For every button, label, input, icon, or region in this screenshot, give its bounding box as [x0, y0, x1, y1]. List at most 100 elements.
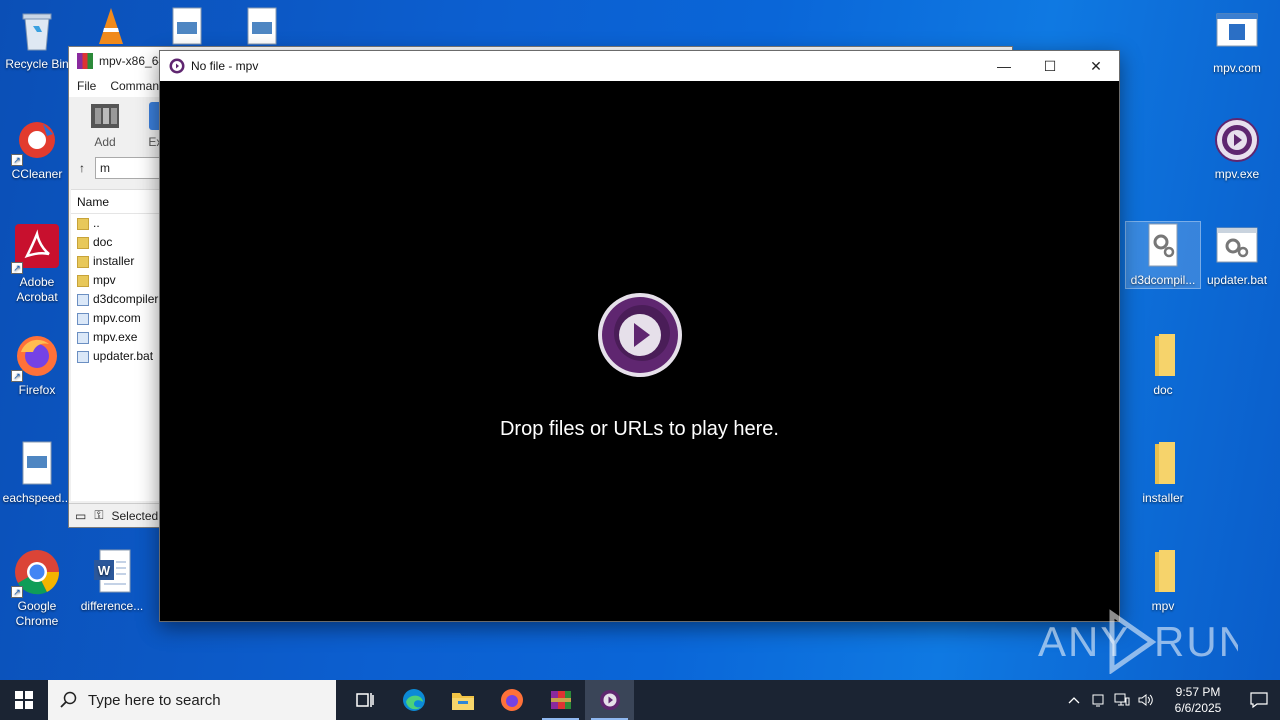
desktop-icon-mpv-exe[interactable]: mpv.exe — [1200, 116, 1274, 182]
chrome-icon: ↗ — [11, 548, 61, 598]
desktop-icon-label: installer — [1142, 491, 1184, 505]
desktop-icon-label: updater.bat — [1206, 273, 1268, 287]
tray-volume-button[interactable] — [1134, 680, 1158, 720]
watermark-text-left: ANY — [1038, 618, 1130, 665]
desktop-icon-firefox[interactable]: ↗ Firefox — [0, 332, 74, 398]
add-label: Add — [94, 135, 116, 149]
start-button[interactable] — [0, 680, 48, 720]
file-name: mpv — [93, 273, 116, 287]
search-icon — [60, 691, 77, 708]
file-name: mpv.exe — [93, 330, 138, 344]
file-name: mpv.com — [93, 311, 141, 325]
task-view-button[interactable] — [340, 680, 389, 720]
menu-file[interactable]: File — [77, 79, 96, 93]
taskbar-firefox[interactable] — [487, 680, 536, 720]
file-icon — [77, 350, 89, 363]
mpv-logo-icon — [597, 292, 683, 383]
key-icon: ⚿ — [94, 508, 104, 522]
archive-add-icon — [89, 100, 121, 132]
folder-icon — [77, 217, 89, 230]
file-name: updater.bat — [93, 349, 154, 363]
device-icon — [1092, 694, 1104, 707]
desktop-icon-doc-folder[interactable]: doc — [1126, 332, 1200, 398]
anyrun-watermark: ANY RUN — [1038, 608, 1249, 675]
firefox-icon — [500, 689, 523, 711]
desktop-icon-updater-bat[interactable]: updater.bat — [1200, 222, 1274, 288]
shortcut-arrow-icon: ↗ — [11, 370, 23, 382]
notifications-button[interactable] — [1238, 680, 1280, 720]
winrar-icon — [550, 691, 571, 709]
folder-icon — [77, 255, 89, 268]
show-hidden-icons-button[interactable] — [1062, 680, 1086, 720]
desktop-icon-label: eachspeed... — [2, 491, 72, 505]
add-button[interactable]: Add — [85, 100, 125, 153]
folder-icon — [1139, 548, 1187, 596]
tray-security-button[interactable] — [1086, 680, 1110, 720]
settings-file-icon — [1139, 222, 1187, 270]
mpv-title: No file - mpv — [191, 59, 259, 73]
desktop-icon-eachspeed[interactable]: eachspeed... — [0, 440, 74, 506]
tray-network-button[interactable] — [1110, 680, 1134, 720]
desktop-icon-installer-folder[interactable]: installer — [1126, 440, 1200, 506]
shortcut-arrow-icon: ↗ — [11, 262, 23, 274]
ccleaner-icon: ↗ — [11, 116, 61, 166]
desktop-icon-label: Adobe Acrobat — [16, 275, 58, 304]
chevron-up-icon — [1068, 697, 1080, 704]
clock-date: 6/6/2025 — [1174, 701, 1222, 715]
drop-hint-text: Drop files or URLs to play here. — [499, 418, 779, 440]
clock-time: 9:57 PM — [1175, 685, 1221, 699]
desktop-icon-word-document[interactable]: W difference... — [75, 548, 149, 614]
desktop-icon-label: difference... — [80, 599, 144, 613]
winrar-icon — [77, 53, 93, 69]
image-file-icon — [13, 440, 61, 488]
desktop-icon-ccleaner[interactable]: ↗ CCleaner — [0, 116, 74, 182]
maximize-button[interactable]: ☐ — [1027, 51, 1073, 81]
taskbar-mpv[interactable] — [585, 680, 634, 720]
mpv-app-icon — [169, 58, 185, 74]
mpv-icon — [599, 690, 620, 710]
taskbar: Type here to search 9:57 PM 6/6/2025 — [0, 680, 1280, 720]
file-icon — [77, 331, 89, 344]
folder-icon — [77, 274, 89, 287]
desktop-icon-label: mpv.com — [1213, 61, 1261, 75]
desktop-icon-label: CCleaner — [11, 167, 63, 181]
close-button[interactable]: ✕ — [1073, 51, 1119, 81]
watermark-text-right: RUN — [1154, 618, 1238, 665]
windows-logo-icon — [15, 691, 33, 709]
file-name: d3dcompiler — [93, 292, 159, 306]
file-name: doc — [93, 235, 113, 249]
desktop-icon-google-chrome[interactable]: ↗ Google Chrome — [0, 548, 74, 629]
desktop-icon-recycle-bin[interactable]: Recycle Bin — [0, 6, 74, 72]
system-tray: 9:57 PM 6/6/2025 — [1062, 680, 1280, 720]
network-icon — [1114, 693, 1130, 706]
word-document-icon: W — [88, 548, 136, 596]
taskbar-clock[interactable]: 9:57 PM 6/6/2025 — [1158, 684, 1238, 716]
shortcut-arrow-icon: ↗ — [11, 586, 23, 598]
search-placeholder: Type here to search — [88, 691, 221, 709]
edge-icon — [402, 689, 425, 711]
desktop-icon-mpv-folder[interactable]: mpv — [1126, 548, 1200, 614]
taskbar-search-box[interactable]: Type here to search — [48, 680, 336, 720]
shortcut-arrow-icon: ↗ — [11, 154, 23, 166]
desktop-icon-adobe-acrobat[interactable]: ↗ Adobe Acrobat — [0, 224, 74, 305]
desktop-icon-label: Google Chrome — [15, 599, 59, 628]
minimize-button[interactable]: — — [981, 51, 1027, 81]
mpv-titlebar[interactable]: No file - mpv — ☐ ✕ — [160, 51, 1119, 81]
taskbar-winrar[interactable] — [536, 680, 585, 720]
taskbar-edge[interactable] — [389, 680, 438, 720]
drive-icon: ▭ — [75, 508, 87, 523]
desktop-icon-label: Recycle Bin — [5, 57, 69, 71]
taskbar-file-explorer[interactable] — [438, 680, 487, 720]
mpv-video-area[interactable]: Drop files or URLs to play here. — [160, 81, 1119, 621]
desktop-icon-mpv-com[interactable]: mpv.com — [1200, 10, 1274, 76]
speaker-icon — [1138, 694, 1153, 706]
svg-text:W: W — [98, 563, 111, 578]
desktop-icon-label: d3dcompil... — [1130, 273, 1196, 287]
desktop-icon-label: mpv.exe — [1214, 167, 1260, 181]
desktop-icon-label: Firefox — [18, 383, 56, 397]
file-icon — [77, 312, 89, 325]
up-arrow-icon[interactable]: ↑ — [79, 161, 85, 175]
notification-icon — [1250, 692, 1268, 708]
mpv-window[interactable]: No file - mpv — ☐ ✕ Drop files or URLs t… — [159, 50, 1120, 622]
desktop-icon-d3dcompiler[interactable]: d3dcompil... — [1125, 221, 1201, 289]
